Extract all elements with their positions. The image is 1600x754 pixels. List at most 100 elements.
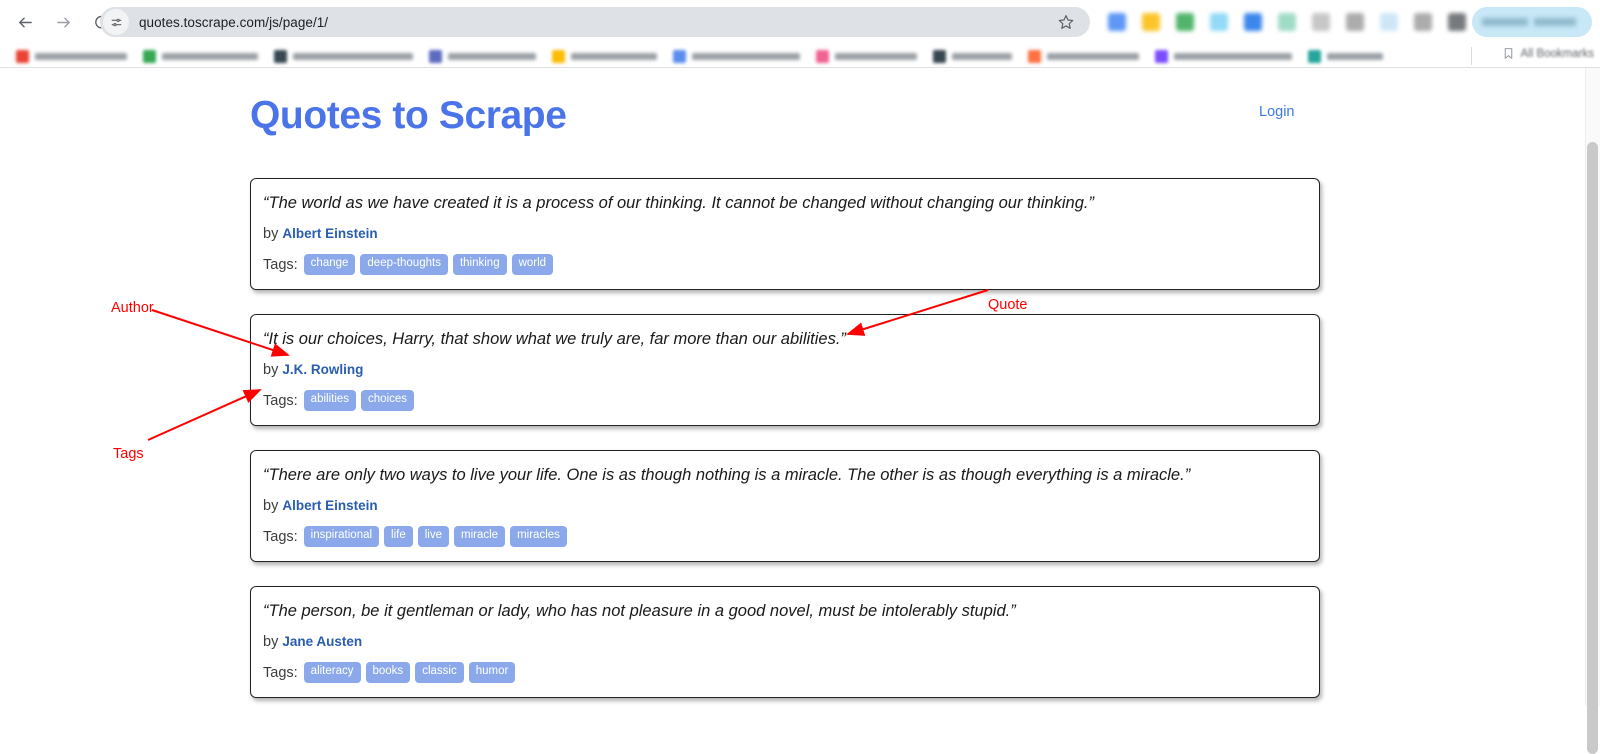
tags-label: Tags: [263, 664, 298, 681]
bookmark-favicon-icon [552, 49, 565, 63]
tags-label: Tags: [263, 528, 298, 545]
tags-label: Tags: [263, 392, 298, 409]
extension-icon[interactable] [1448, 13, 1466, 31]
extension-icon[interactable] [1142, 13, 1160, 31]
quote-tags-line: Tags: change deep-thoughts thinking world [263, 254, 1307, 275]
bookmark-item[interactable] [429, 47, 536, 65]
extension-icon[interactable] [1380, 13, 1398, 31]
extension-icon[interactable] [1244, 13, 1262, 31]
tag-link[interactable]: miracles [510, 526, 567, 547]
bookmark-favicon-icon [1308, 49, 1321, 63]
vertical-scrollbar-track[interactable] [1585, 68, 1600, 754]
quotes-list: “The world as we have created it is a pr… [250, 178, 1320, 706]
bookmark-favicon-icon [274, 49, 287, 63]
tag-link[interactable]: classic [415, 662, 464, 683]
by-label: by [263, 226, 283, 243]
tag-link[interactable]: thinking [452, 254, 507, 275]
tune-sliders-icon[interactable] [103, 9, 129, 35]
page-title: Quotes to Scrape [250, 94, 567, 137]
bookmark-favicon-icon [1155, 49, 1168, 63]
vertical-scrollbar-thumb[interactable] [1587, 142, 1598, 754]
extension-icon[interactable] [1278, 13, 1296, 31]
bookmark-item[interactable] [933, 47, 1012, 65]
quote-author[interactable]: Jane Austen [282, 634, 362, 649]
by-label: by [263, 634, 283, 651]
tags-label: Tags: [263, 256, 298, 273]
browser-toolbar: quotes.toscrape.com/js/page/1/ [0, 0, 1600, 44]
back-arrow-icon[interactable] [10, 7, 40, 37]
extension-icons [1100, 7, 1474, 37]
tag-link[interactable]: change [303, 254, 356, 275]
bookmark-label [571, 52, 657, 60]
bookmark-favicon-icon [16, 49, 29, 63]
tag-link[interactable]: aliteracy [303, 662, 361, 683]
quote-author[interactable]: Albert Einstein [282, 226, 377, 241]
extension-icon[interactable] [1312, 13, 1330, 31]
extension-icon[interactable] [1176, 13, 1194, 31]
tag-link[interactable]: deep-thoughts [360, 254, 448, 275]
bookmark-item[interactable] [552, 47, 657, 65]
quote-author-line: by Jane Austen [263, 634, 1307, 650]
extension-icon[interactable] [1346, 13, 1364, 31]
bookmark-label [1327, 52, 1383, 60]
quote-card: “The person, be it gentleman or lady, wh… [250, 585, 1320, 698]
bookmark-item[interactable] [274, 47, 413, 65]
profile-chip[interactable] [1472, 7, 1592, 37]
tag-link[interactable]: humor [468, 662, 516, 683]
bookmark-label [1174, 52, 1292, 60]
quote-author-line: by J.K. Rowling [263, 362, 1307, 378]
extension-icon[interactable] [1414, 13, 1432, 31]
bookmark-favicon-icon [429, 49, 442, 63]
quote-card: “It is our choices, Harry, that show wha… [250, 313, 1320, 426]
by-label: by [263, 498, 283, 515]
extension-icon[interactable] [1108, 13, 1126, 31]
bookmarks-divider [1471, 47, 1472, 65]
quote-author[interactable]: Albert Einstein [282, 498, 377, 513]
bookmark-favicon-icon [143, 49, 156, 63]
bookmark-label [448, 52, 536, 60]
quote-text: “The world as we have created it is a pr… [263, 194, 1094, 212]
bookmarks-bar: All Bookmarks [0, 44, 1600, 68]
bookmark-item[interactable] [1028, 47, 1139, 65]
bookmark-item[interactable] [143, 47, 258, 65]
bookmark-favicon-icon [673, 49, 686, 63]
tag-link[interactable]: choices [361, 390, 415, 411]
page-viewport: Quotes to Scrape Login “The world as we … [0, 68, 1600, 706]
extension-icon[interactable] [1210, 13, 1228, 31]
bookmark-item[interactable] [16, 47, 127, 65]
tag-link[interactable]: life [384, 526, 413, 547]
quote-author[interactable]: J.K. Rowling [282, 362, 363, 377]
bookmark-favicon-icon [816, 49, 829, 63]
bookmark-label [162, 52, 258, 60]
star-icon[interactable] [1056, 12, 1076, 32]
quote-text: “It is our choices, Harry, that show wha… [263, 329, 846, 348]
quote-text: “The person, be it gentleman or lady, wh… [263, 601, 1016, 620]
tag-link[interactable]: world [511, 254, 554, 275]
bookmark-favicon-icon [933, 49, 946, 63]
quote-text: “There are only two ways to live your li… [263, 465, 1191, 484]
bookmark-item[interactable] [816, 47, 917, 65]
all-bookmarks-button[interactable]: All Bookmarks [1502, 47, 1594, 60]
address-bar[interactable]: quotes.toscrape.com/js/page/1/ [100, 7, 1090, 37]
quote-tags-line: Tags: inspirational life live miracle miracle… [263, 526, 1307, 547]
bookmark-label [35, 52, 127, 60]
login-link[interactable]: Login [1259, 104, 1294, 120]
bookmark-item[interactable] [1308, 47, 1383, 65]
bookmark-item[interactable] [1155, 47, 1292, 65]
address-bar-url: quotes.toscrape.com/js/page/1/ [139, 14, 329, 30]
bookmark-favicon-icon [1028, 49, 1041, 63]
bookmark-label [293, 52, 413, 60]
forward-arrow-icon[interactable] [48, 7, 78, 37]
quote-tags-line: Tags: abilities choices [263, 390, 1307, 411]
bookmark-label [692, 52, 800, 60]
bookmark-item[interactable] [673, 47, 800, 65]
tag-link[interactable]: books [365, 662, 411, 683]
tag-link[interactable]: abilities [303, 390, 357, 411]
tag-link[interactable]: live [417, 526, 450, 547]
quote-author-line: by Albert Einstein [263, 226, 1307, 242]
by-label: by [263, 362, 283, 379]
quote-tags-line: Tags: aliteracy books classic humor [263, 662, 1307, 683]
tag-link[interactable]: inspirational [303, 526, 380, 547]
quote-card: “There are only two ways to live your li… [250, 449, 1320, 562]
tag-link[interactable]: miracle [454, 526, 506, 547]
